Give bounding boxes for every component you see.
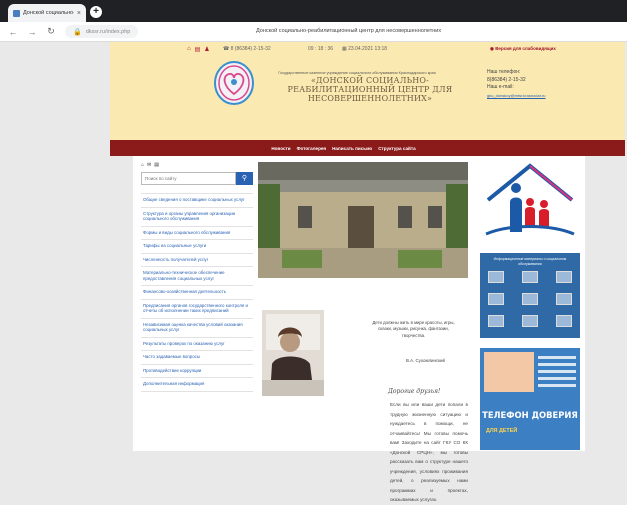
main-column: Дети должны жить в мире красоты, игры, с… bbox=[258, 162, 468, 502]
low-vision-link[interactable]: ◉ Версия для слабовидящих bbox=[490, 46, 556, 52]
sidebar-item[interactable]: Тарифы на социальные услуги bbox=[141, 240, 253, 254]
header-icons: ⌂ ▤ ♟ bbox=[187, 46, 210, 53]
phone-label: Наш телефон: bbox=[487, 69, 521, 75]
forward-icon[interactable]: → bbox=[27, 27, 37, 37]
info-banner-title: Информационные материалы о социальном об… bbox=[493, 257, 567, 266]
trust-phone-title: ТЕЛЕФОН ДОВЕРИЯ bbox=[482, 410, 578, 420]
contacts-block: Наш телефон: 8(86384) 2-15-32 Наш e-mail… bbox=[487, 69, 607, 99]
director-photo bbox=[262, 310, 324, 396]
greeting-heading: Дорогие друзья! bbox=[388, 388, 441, 395]
nav-gallery[interactable]: Фотогалерея bbox=[297, 146, 327, 151]
home-icon[interactable]: ⌂ bbox=[141, 162, 144, 168]
trust-phone-banner[interactable]: ТЕЛЕФОН ДОВЕРИЯ ДЛЯ ДЕТЕЙ bbox=[480, 348, 580, 450]
page-title: Донской социально-реабилитационный центр… bbox=[256, 28, 442, 34]
home-icon[interactable]: ⌂ bbox=[187, 46, 191, 53]
lock-icon: 🔒 bbox=[73, 28, 82, 36]
email-link[interactable]: gku_donskoy@mtsr.krasnodar.ru bbox=[487, 92, 607, 100]
sidebar-item[interactable]: Часто задаваемые вопросы bbox=[141, 351, 253, 365]
quote-text: Дети должны жить в мире красоты, игры, с… bbox=[372, 320, 455, 338]
user-icon[interactable]: ♟ bbox=[204, 46, 209, 53]
brochure-icon bbox=[488, 271, 504, 283]
org-name: «ДОНСКОЙ СОЦИАЛЬНО-РЕАБИЛИТАЦИОННЫЙ ЦЕНТ… bbox=[287, 76, 453, 103]
search-form: ⚲ bbox=[141, 172, 253, 185]
top-navigation: Новости Фотогалерея Написать письмо Стру… bbox=[110, 140, 625, 156]
brochure-icon bbox=[522, 315, 538, 327]
sidebar-menu: Общие сведения о поставщике социальных у… bbox=[141, 193, 253, 392]
logo-icon[interactable] bbox=[213, 60, 255, 106]
url-field[interactable]: 🔒 dkssr.ru/index.php bbox=[65, 25, 139, 38]
brochure-icon bbox=[556, 315, 572, 327]
sidebar-item[interactable]: Формы и виды социального обслуживания bbox=[141, 227, 253, 240]
brochure-icon bbox=[556, 271, 572, 283]
back-icon[interactable]: ← bbox=[8, 27, 18, 37]
header-date: ▦ 23.04.2021 13:18 bbox=[342, 46, 388, 52]
brochure-icon bbox=[488, 293, 504, 305]
sidebar-item[interactable]: Общие сведения о поставщике социальных у… bbox=[141, 194, 253, 208]
sitemap-icon[interactable]: ▤ bbox=[195, 46, 201, 53]
search-icon: ⚲ bbox=[241, 175, 248, 182]
new-tab-button[interactable]: + bbox=[90, 6, 102, 18]
building-photo bbox=[258, 162, 468, 278]
nav-news[interactable]: Новости bbox=[271, 146, 290, 151]
browser-tab-bar: Донской социально-р × + bbox=[0, 0, 627, 22]
page-content: ⌂ ✉ ▤ ⚲ Общие сведения о поставщике соци… bbox=[133, 156, 585, 502]
search-button[interactable]: ⚲ bbox=[236, 172, 253, 185]
tab-close-icon[interactable]: × bbox=[77, 10, 81, 17]
banner-text-lines bbox=[538, 356, 576, 391]
reload-icon[interactable]: ↻ bbox=[46, 26, 56, 37]
header-time: 09 : 18 : 36 bbox=[308, 46, 334, 52]
brochure-icon bbox=[522, 293, 538, 305]
nav-sitemap[interactable]: Структура сайта bbox=[378, 146, 415, 151]
org-subtitle: Государственное казенное учреждение соци… bbox=[278, 71, 436, 75]
sidebar-item[interactable]: Противодействие коррупции bbox=[141, 365, 253, 378]
nav-write-letter[interactable]: Написать письмо bbox=[332, 146, 372, 151]
url-text: dkssr.ru/index.php bbox=[85, 28, 131, 35]
phone-value: 8(86384) 2-15-32 bbox=[487, 76, 526, 83]
sidebar-item[interactable]: Финансово-хозяйственная деятельность bbox=[141, 286, 253, 300]
sidebar-item[interactable]: Предписания органов государственного кон… bbox=[141, 300, 253, 319]
site-header: ⌂ ▤ ♟ ☎ 8 (86384) 2-15-32 09 : 18 : 36 ▦… bbox=[110, 42, 625, 140]
family-logo[interactable] bbox=[480, 162, 580, 238]
browser-tab[interactable]: Донской социально-р × bbox=[8, 4, 86, 22]
tab-title: Донской социально-р bbox=[23, 10, 74, 16]
mail-icon[interactable]: ✉ bbox=[147, 162, 151, 168]
sidebar-item[interactable]: Независимая оценка качества условий оказ… bbox=[141, 319, 253, 338]
info-banner[interactable]: Информационные материалы о социальном об… bbox=[480, 253, 580, 338]
quote-author: В.А. Сухомлинский bbox=[406, 358, 445, 363]
search-input[interactable] bbox=[141, 172, 236, 185]
header-phone: ☎ 8 (86384) 2-15-32 bbox=[223, 46, 271, 52]
sitemap-icon[interactable]: ▤ bbox=[154, 162, 159, 168]
sidebar-item[interactable]: Материально-техническое обеспечение пред… bbox=[141, 267, 253, 286]
sidebar-item[interactable]: Результаты проверок по оказанию услуг bbox=[141, 338, 253, 351]
body-text: Если вы или ваши дети попали в трудную ж… bbox=[390, 402, 468, 502]
children-photo bbox=[484, 352, 534, 392]
brochure-icon bbox=[556, 293, 572, 305]
site-favicon-icon bbox=[13, 9, 20, 17]
sidebar-item[interactable]: Дополнительная информация bbox=[141, 378, 253, 392]
right-column: Информационные материалы о социальном об… bbox=[480, 162, 580, 450]
email-label: Наш e-mail: bbox=[487, 84, 514, 90]
sidebar-icons: ⌂ ✉ ▤ bbox=[141, 162, 253, 168]
sidebar-item[interactable]: Структура и органы управления организаци… bbox=[141, 208, 253, 227]
brochure-icon bbox=[522, 271, 538, 283]
brochure-icon bbox=[488, 315, 504, 327]
sidebar: ⌂ ✉ ▤ ⚲ Общие сведения о поставщике соци… bbox=[141, 162, 253, 392]
sidebar-item[interactable]: Численность получателей услуг bbox=[141, 254, 253, 267]
trust-phone-subtitle: ДЛЯ ДЕТЕЙ bbox=[486, 428, 518, 434]
